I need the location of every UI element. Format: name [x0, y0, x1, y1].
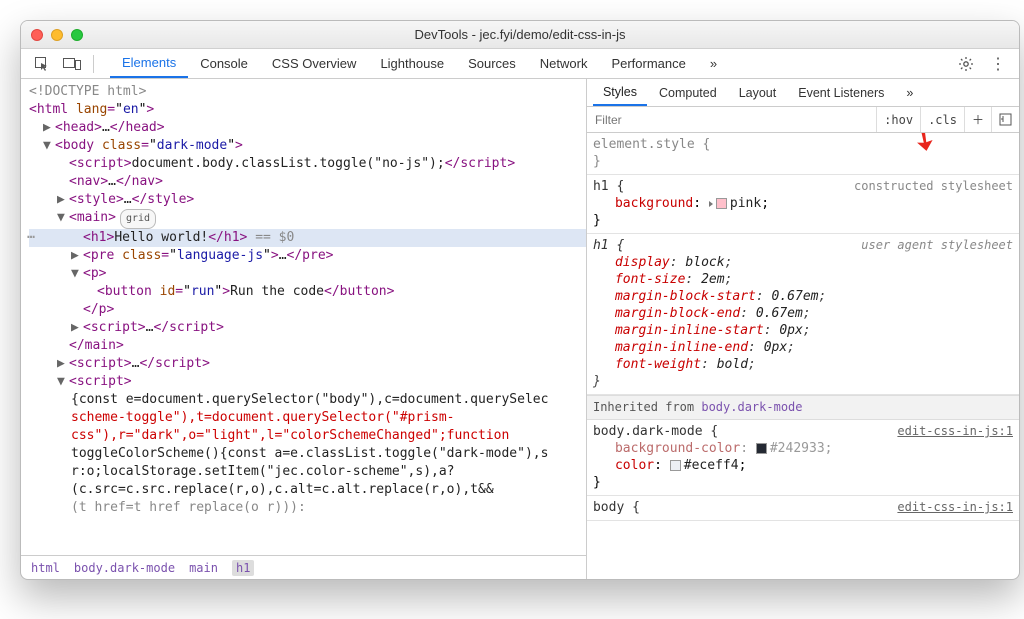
- tab-elements[interactable]: Elements: [110, 49, 188, 78]
- styles-pane: Styles Computed Layout Event Listeners »…: [587, 79, 1019, 579]
- devtools-window: DevTools - jec.fyi/demo/edit-css-in-js E…: [20, 20, 1020, 580]
- inherited-from: Inherited from body.dark-mode: [587, 395, 1019, 420]
- subtab-layout[interactable]: Layout: [729, 79, 787, 106]
- hov-toggle[interactable]: :hov: [876, 107, 920, 132]
- filter-bar: :hov .cls ＋: [587, 107, 1019, 133]
- color-swatch-icon[interactable]: [756, 443, 767, 454]
- rule-element-style[interactable]: element.style { }: [587, 133, 1019, 175]
- settings-icon[interactable]: [953, 53, 979, 75]
- styles-rules: ➘ element.style { } constructed styleshe…: [587, 133, 1019, 579]
- computed-toggle-icon[interactable]: [991, 107, 1019, 132]
- expand-icon[interactable]: [709, 201, 713, 207]
- tab-console[interactable]: Console: [188, 49, 260, 78]
- subtab-event-listeners[interactable]: Event Listeners: [788, 79, 894, 106]
- panel-tabs: Elements Console CSS Overview Lighthouse…: [110, 49, 729, 78]
- divider: [93, 55, 94, 73]
- elements-pane: <!DOCTYPE html> <html lang="en"> ▶<head>…: [21, 79, 587, 579]
- rule-body[interactable]: edit-css-in-js:1 body {: [587, 496, 1019, 521]
- styles-subtabs: Styles Computed Layout Event Listeners »: [587, 79, 1019, 107]
- breadcrumbs: html body.dark-mode main h1: [21, 555, 586, 579]
- new-rule-icon[interactable]: ＋: [964, 107, 991, 132]
- tab-performance[interactable]: Performance: [599, 49, 697, 78]
- tabs-overflow[interactable]: »: [698, 49, 729, 78]
- color-swatch-icon[interactable]: [716, 198, 727, 209]
- content-panes: <!DOCTYPE html> <html lang="en"> ▶<head>…: [21, 79, 1019, 579]
- subtab-computed[interactable]: Computed: [649, 79, 727, 106]
- rule-h1-constructed[interactable]: constructed stylesheet h1 { background: …: [587, 175, 1019, 234]
- kebab-menu-icon[interactable]: ⋮: [985, 53, 1011, 75]
- rule-source: user agent stylesheet: [861, 237, 1013, 254]
- cls-toggle[interactable]: .cls: [920, 107, 964, 132]
- dom-tree[interactable]: <!DOCTYPE html> <html lang="en"> ▶<head>…: [21, 79, 586, 555]
- crumb-body[interactable]: body.dark-mode: [74, 561, 175, 575]
- inspect-icon[interactable]: [29, 53, 55, 75]
- device-mode-icon[interactable]: [59, 53, 85, 75]
- grid-badge[interactable]: grid: [120, 209, 156, 229]
- selected-node[interactable]: ⋯<h1>Hello world!</h1> == $0: [29, 229, 586, 247]
- crumb-h1[interactable]: h1: [232, 560, 254, 576]
- rule-body-dark[interactable]: edit-css-in-js:1 body.dark-mode { backgr…: [587, 420, 1019, 496]
- rule-source: constructed stylesheet: [854, 178, 1013, 195]
- inherited-link[interactable]: body.dark-mode: [701, 400, 802, 414]
- doctype: <!DOCTYPE html>: [29, 84, 146, 99]
- rule-h1-useragent[interactable]: user agent stylesheet h1 { display: bloc…: [587, 234, 1019, 395]
- color-swatch-icon[interactable]: [670, 460, 681, 471]
- titlebar: DevTools - jec.fyi/demo/edit-css-in-js: [21, 21, 1019, 49]
- subtab-styles[interactable]: Styles: [593, 79, 647, 106]
- tab-sources[interactable]: Sources: [456, 49, 528, 78]
- tab-network[interactable]: Network: [528, 49, 600, 78]
- rule-source[interactable]: edit-css-in-js:1: [897, 423, 1013, 440]
- subtabs-overflow[interactable]: »: [896, 79, 923, 106]
- tab-lighthouse[interactable]: Lighthouse: [368, 49, 456, 78]
- crumb-main[interactable]: main: [189, 561, 218, 575]
- window-title: DevTools - jec.fyi/demo/edit-css-in-js: [21, 27, 1019, 42]
- main-toolbar: Elements Console CSS Overview Lighthouse…: [21, 49, 1019, 79]
- crumb-html[interactable]: html: [31, 561, 60, 575]
- filter-input[interactable]: [587, 113, 876, 127]
- rule-source[interactable]: edit-css-in-js:1: [897, 499, 1013, 516]
- tab-css-overview[interactable]: CSS Overview: [260, 49, 369, 78]
